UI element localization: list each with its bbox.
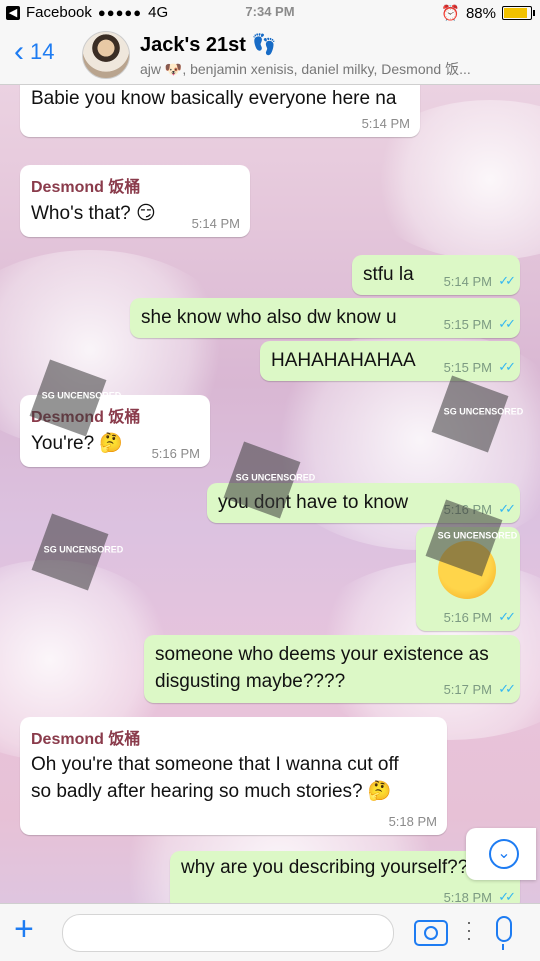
read-receipt-icon: ✓✓ [498, 316, 516, 331]
message-time: 5:18 PM [388, 814, 437, 829]
camera-icon[interactable] [414, 920, 448, 946]
message-text: HAHAHAHAHAA [271, 350, 416, 371]
chat-header: ‹ 14 Jack's 21st 👣 ajw 🐶, benjamin xenis… [0, 26, 540, 85]
read-receipt-icon: ✓✓ [498, 273, 516, 288]
plus-icon[interactable]: + [14, 912, 34, 946]
more-options-icon[interactable]: · · · [466, 913, 472, 947]
battery-percentage: 88% [465, 4, 496, 22]
message-time: 5:18 PM [443, 890, 492, 903]
read-receipt-icon: ✓✓ [498, 889, 516, 903]
read-receipt-icon: ✓✓ [498, 359, 516, 374]
message-bubble-outgoing[interactable]: she know who also dw know u 5:15 PM ✓✓ [130, 298, 520, 338]
message-bubble-incoming[interactable]: Babie you know basically everyone here n… [20, 85, 420, 137]
message-time: 5:16 PM [443, 610, 492, 625]
message-input-bar: + · · · [0, 903, 540, 961]
status-bar: ◀ Facebook ●●●●● 4G 7:34 PM ⏰ 88% [0, 0, 540, 26]
message-text: stfu la [363, 264, 414, 285]
message-time: 5:14 PM [443, 274, 492, 289]
read-receipt-icon: ✓✓ [498, 609, 516, 624]
scroll-to-bottom-button[interactable]: ⌄ [466, 828, 536, 880]
message-time: 5:17 PM [443, 682, 492, 697]
unread-count: 14 [30, 39, 55, 64]
message-time: 5:14 PM [361, 116, 410, 131]
back-button[interactable]: ‹ 14 [14, 35, 55, 68]
group-participants[interactable]: ajw 🐶, benjamin xenisis, daniel milky, D… [140, 59, 530, 79]
alarm-icon: ⏰ [441, 5, 460, 22]
chevron-down-icon: ⌄ [489, 839, 519, 869]
message-text: You're? 🤔 [31, 433, 124, 454]
message-time: 5:14 PM [191, 216, 240, 231]
sender-name: Desmond 饭桶 [31, 731, 141, 748]
battery-icon [502, 6, 535, 20]
group-title[interactable]: Jack's 21st 👣 [140, 32, 276, 57]
message-text: why are you describing yourself?? [181, 857, 469, 878]
message-time: 5:16 PM [151, 446, 200, 461]
message-time: 5:15 PM [443, 317, 492, 332]
message-bubble-incoming[interactable]: Desmond 饭桶 Oh you're that someone that I… [20, 717, 447, 835]
message-text: Who's that? 😏 [31, 203, 156, 224]
group-avatar[interactable] [82, 31, 130, 79]
message-bubble-outgoing[interactable]: HAHAHAHAHAA 5:15 PM ✓✓ [260, 341, 520, 381]
message-text: Babie you know basically everyone here n… [31, 88, 397, 109]
message-input[interactable] [62, 914, 394, 952]
read-receipt-icon: ✓✓ [498, 501, 516, 516]
message-text: she know who also dw know u [141, 307, 397, 328]
message-bubble-incoming[interactable]: Desmond 饭桶 Who's that? 😏 5:14 PM [20, 165, 250, 237]
chevron-left-icon: ‹ [14, 35, 24, 68]
message-time: 5:15 PM [443, 360, 492, 375]
message-text: someone who deems your existence as disg… [155, 644, 489, 692]
message-text: Oh you're that someone that I wanna cut … [31, 754, 399, 802]
sender-name: Desmond 饭桶 [31, 179, 141, 196]
microphone-icon[interactable] [496, 916, 512, 950]
message-bubble-outgoing[interactable]: someone who deems your existence as disg… [144, 635, 520, 703]
message-bubble-outgoing[interactable]: stfu la 5:14 PM ✓✓ [352, 255, 520, 295]
read-receipt-icon: ✓✓ [498, 681, 516, 696]
